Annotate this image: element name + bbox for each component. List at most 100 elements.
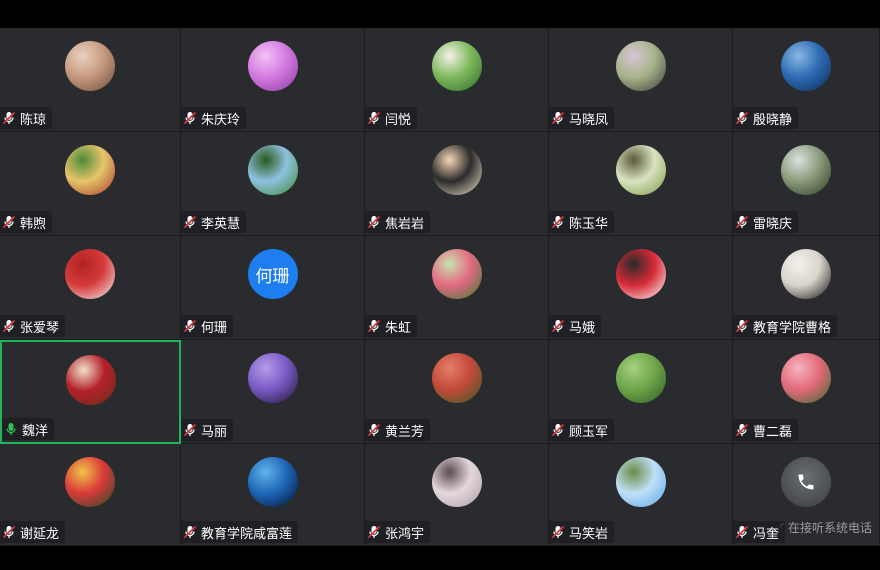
mic-muted-icon[interactable] — [735, 319, 749, 333]
avatar-photo — [431, 249, 482, 299]
participant-name: 魏洋 — [22, 423, 49, 439]
participant-tile[interactable]: 李英慧 — [181, 132, 365, 236]
participant-name: 焦岩岩 — [385, 216, 425, 232]
name-tag: 陈玉华 — [549, 211, 615, 233]
participant-tile[interactable]: 韩煦 — [0, 132, 181, 236]
participant-name: 李英慧 — [201, 216, 241, 232]
mic-muted-icon[interactable] — [183, 215, 197, 229]
mic-muted-icon[interactable] — [367, 319, 381, 333]
participant-name: 殷晓静 — [753, 112, 793, 128]
avatar-photo — [247, 353, 298, 403]
mic-muted-icon[interactable] — [2, 215, 16, 229]
participant-tile[interactable]: 教育学院咸富莲 — [181, 444, 365, 546]
avatar-photo — [615, 41, 666, 91]
name-tag: 朱虹 — [365, 315, 418, 337]
participant-tile[interactable]: 马晓凤 — [549, 28, 733, 132]
participant-name: 教育学院咸富莲 — [201, 526, 293, 542]
participant-tile[interactable]: 何珊 何珊 — [181, 236, 365, 340]
participant-name: 冯奎 — [753, 526, 780, 542]
avatar-photo — [615, 353, 666, 403]
participant-name: 韩煦 — [20, 216, 47, 232]
participant-tile[interactable]: 张爱琴 — [0, 236, 181, 340]
participant-name: 马娥 — [569, 320, 596, 336]
participant-grid: 陈琼 朱庆玲 闫悦 马晓凤 殷晓静 韩煦 李英慧 焦岩岩 陈玉华 雷晓庆 张爱琴… — [0, 28, 880, 546]
mic-muted-icon[interactable] — [2, 111, 16, 125]
mic-muted-icon[interactable] — [551, 525, 565, 539]
participant-tile[interactable]: 曹二磊 — [733, 340, 880, 444]
name-tag: 朱庆玲 — [181, 107, 247, 129]
mic-muted-icon[interactable] — [735, 215, 749, 229]
participant-tile[interactable]: 谢延龙 — [0, 444, 181, 546]
name-tag: 顾玉军 — [549, 419, 615, 441]
name-tag: 李英慧 — [181, 211, 247, 233]
participant-tile[interactable]: 黄兰芳 — [365, 340, 549, 444]
name-tag: 冯奎 — [733, 521, 786, 543]
mic-on-icon[interactable] — [4, 422, 18, 436]
avatar-photo — [781, 249, 831, 299]
participant-name: 马晓凤 — [569, 112, 609, 128]
phone-icon — [798, 474, 814, 490]
participant-name: 黄兰芳 — [385, 424, 425, 440]
name-tag: 张爱琴 — [0, 315, 66, 337]
participant-tile[interactable]: 陈玉华 — [549, 132, 733, 236]
mic-muted-icon[interactable] — [2, 525, 16, 539]
participant-tile[interactable]: 朱庆玲 — [181, 28, 365, 132]
name-tag: 魏洋 — [2, 418, 55, 440]
mic-muted-icon[interactable] — [367, 111, 381, 125]
avatar-photo — [781, 353, 831, 403]
name-tag: 教育学院曹格 — [733, 315, 838, 337]
system-call-text: 在接听系统电话 — [787, 521, 872, 535]
avatar-photo — [615, 249, 666, 299]
participant-tile[interactable]: 顾玉军 — [549, 340, 733, 444]
participant-name: 陈琼 — [20, 112, 47, 128]
participant-tile[interactable]: 马娥 — [549, 236, 733, 340]
mic-muted-icon[interactable] — [367, 423, 381, 437]
participant-name: 马笑岩 — [569, 526, 609, 542]
participant-name: 闫悦 — [385, 112, 412, 128]
mic-muted-icon[interactable] — [735, 111, 749, 125]
mic-muted-icon[interactable] — [735, 525, 749, 539]
participant-tile[interactable]: 张鸿宇 — [365, 444, 549, 546]
name-tag: 马笑岩 — [549, 521, 615, 543]
mic-muted-icon[interactable] — [183, 111, 197, 125]
mic-muted-icon[interactable] — [183, 423, 197, 437]
name-tag: 曹二磊 — [733, 419, 799, 441]
avatar-photo — [247, 457, 298, 507]
mic-muted-icon[interactable] — [551, 319, 565, 333]
avatar-photo — [247, 145, 298, 195]
participant-tile[interactable]: 殷晓静 — [733, 28, 880, 132]
participant-tile[interactable]: 雷晓庆 — [733, 132, 880, 236]
participant-tile[interactable]: 魏洋 — [0, 340, 181, 444]
participant-tile[interactable]: 朱虹 — [365, 236, 549, 340]
name-tag: 何珊 — [181, 315, 234, 337]
name-tag: 焦岩岩 — [365, 211, 431, 233]
mic-muted-icon[interactable] — [551, 215, 565, 229]
participant-tile[interactable]: 闫悦 — [365, 28, 549, 132]
name-tag: 马娥 — [549, 315, 602, 337]
mic-muted-icon[interactable] — [183, 525, 197, 539]
participant-name: 谢延龙 — [20, 526, 60, 542]
participant-tile[interactable]: 陈琼 — [0, 28, 181, 132]
participant-tile[interactable]: 马丽 — [181, 340, 365, 444]
mic-muted-icon[interactable] — [551, 423, 565, 437]
avatar-photo — [65, 145, 115, 195]
mic-muted-icon[interactable] — [2, 319, 16, 333]
name-tag: 谢延龙 — [0, 521, 66, 543]
mic-muted-icon[interactable] — [735, 423, 749, 437]
name-tag: 殷晓静 — [733, 107, 799, 129]
avatar-photo — [65, 355, 116, 405]
mic-muted-icon[interactable] — [551, 111, 565, 125]
avatar-photo — [431, 353, 482, 403]
phone-status-icon: ◜ — [780, 522, 784, 533]
participant-name: 朱虹 — [385, 320, 412, 336]
avatar-photo — [781, 41, 831, 91]
avatar-photo — [431, 41, 482, 91]
participant-name: 曹二磊 — [753, 424, 793, 440]
mic-muted-icon[interactable] — [183, 319, 197, 333]
mic-muted-icon[interactable] — [367, 525, 381, 539]
participant-tile[interactable]: 焦岩岩 — [365, 132, 549, 236]
participant-tile[interactable]: 教育学院曹格 — [733, 236, 880, 340]
participant-tile[interactable]: 马笑岩 — [549, 444, 733, 546]
avatar-photo — [65, 41, 115, 91]
mic-muted-icon[interactable] — [367, 215, 381, 229]
